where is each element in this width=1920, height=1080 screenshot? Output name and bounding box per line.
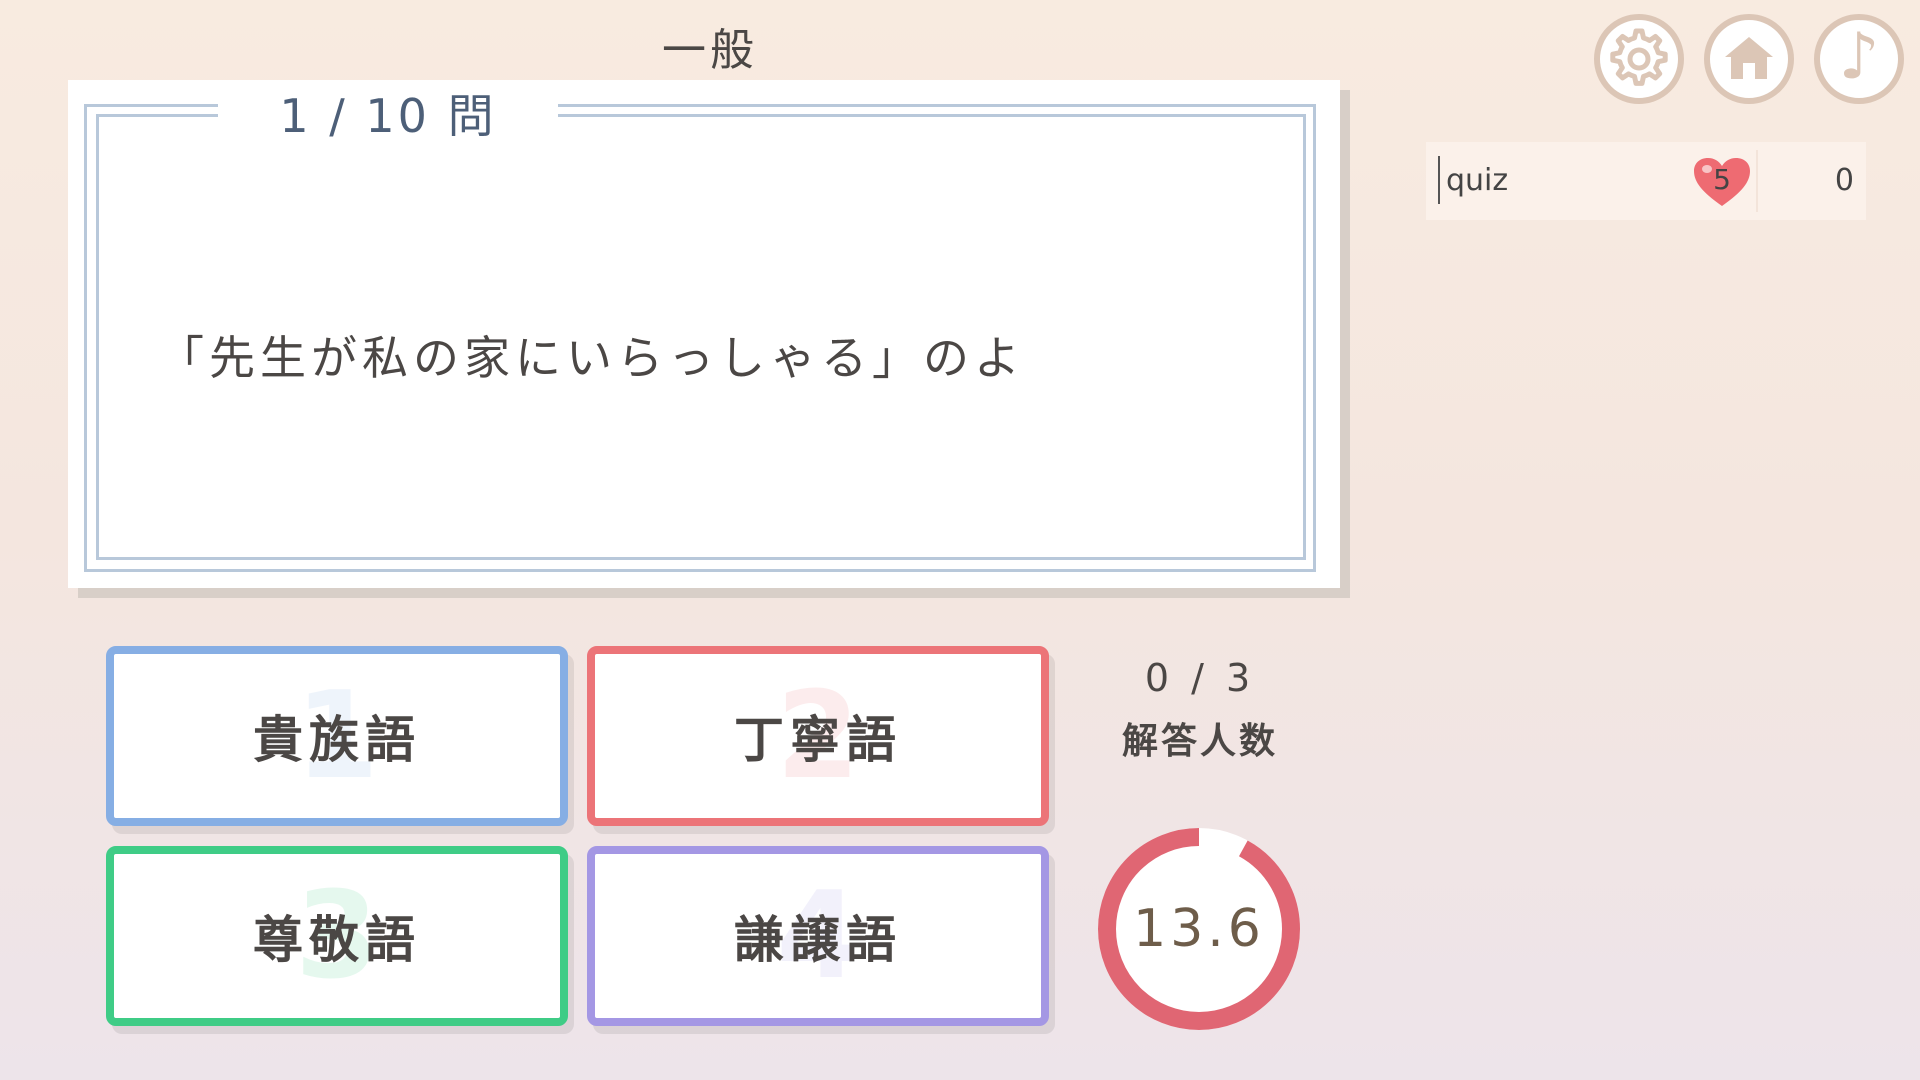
countdown-timer: 13.6 — [1094, 824, 1304, 1034]
text-cursor — [1438, 156, 1440, 204]
answer-label-3: 尊敬語 — [253, 911, 421, 969]
answer-button-3[interactable]: 3 尊敬語 — [106, 846, 568, 1026]
question-counter: 1 / 10 問 — [218, 80, 558, 152]
player-panel: quiz 5 0 — [1426, 142, 1866, 220]
gear-icon — [1610, 28, 1668, 86]
category-title: 一般 — [662, 25, 758, 76]
timer-value: 13.6 — [1133, 899, 1265, 959]
lives-count: 5 — [1713, 163, 1731, 196]
answer-label-4: 謙譲語 — [734, 911, 902, 969]
player-name: quiz — [1446, 163, 1509, 198]
answer-label-2: 丁寧語 — [734, 711, 902, 769]
player-divider — [1756, 150, 1758, 212]
answer-button-2[interactable]: 2 丁寧語 — [587, 646, 1049, 826]
home-button[interactable] — [1704, 14, 1794, 104]
home-icon — [1725, 37, 1773, 79]
music-note-icon: ♪ — [1838, 20, 1880, 94]
answer-button-1[interactable]: 1 貴族語 — [106, 646, 568, 826]
player-score: 0 — [1834, 163, 1854, 198]
music-button[interactable]: ♪ — [1814, 14, 1904, 104]
question-text: 「先生が私の家にいらっしゃる」のよ — [158, 331, 1025, 385]
question-card: 1 / 10 問 「先生が私の家にいらっしゃる」のよ — [68, 80, 1340, 588]
answer-label-1: 貴族語 — [253, 711, 421, 769]
answered-count: 0 / 3 — [1144, 656, 1256, 700]
settings-button[interactable] — [1594, 14, 1684, 104]
answer-button-4[interactable]: 4 謙譲語 — [587, 846, 1049, 1026]
answered-count-label: 解答人数 — [1121, 721, 1278, 762]
